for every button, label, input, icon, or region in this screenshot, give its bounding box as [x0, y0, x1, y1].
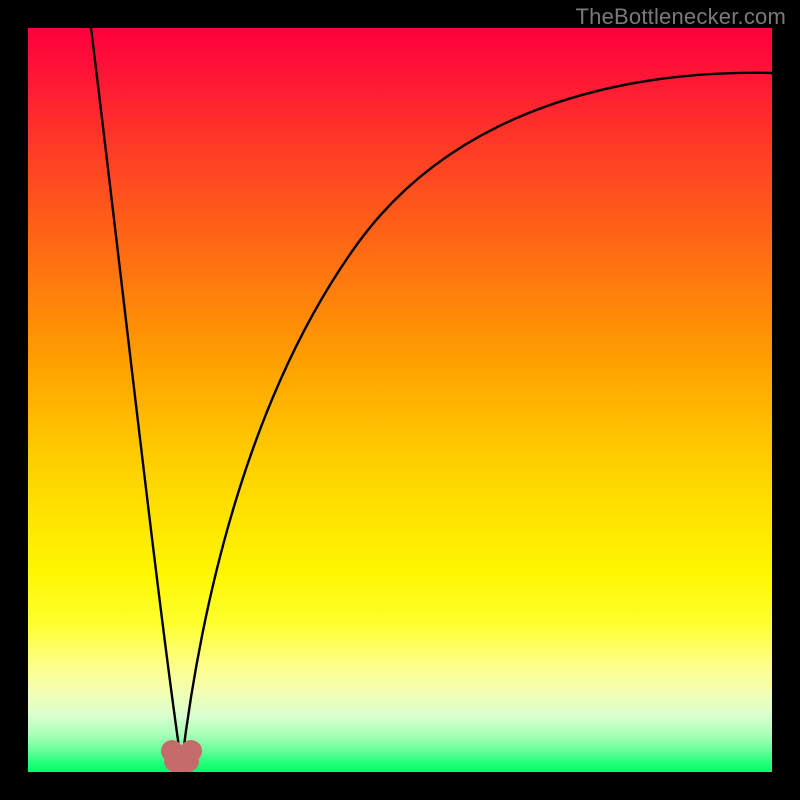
minimum-marker	[28, 28, 772, 772]
chart-frame: TheBottlenecker.com	[0, 0, 800, 800]
plot-area	[28, 28, 772, 772]
marker-dot-icon	[180, 740, 202, 762]
watermark-text: TheBottlenecker.com	[576, 4, 786, 30]
